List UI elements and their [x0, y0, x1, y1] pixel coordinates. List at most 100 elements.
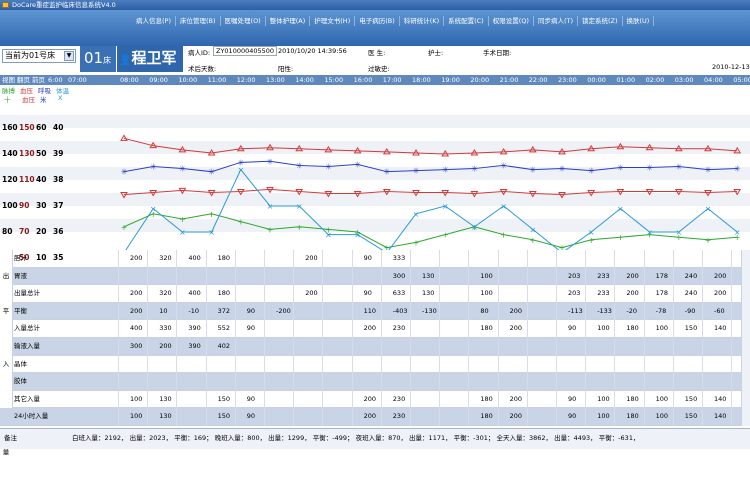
table-cell[interactable]: 200: [510, 408, 522, 425]
menu-item[interactable]: 电子病历(B): [355, 16, 400, 26]
table-cell[interactable]: 200: [305, 250, 317, 267]
menu-item[interactable]: 床位管理(B): [176, 16, 221, 26]
table-cell[interactable]: 320: [159, 285, 171, 302]
table-cell[interactable]: 80: [480, 303, 488, 320]
menu-item[interactable]: 系统配置(C): [444, 16, 489, 26]
table-cell[interactable]: 90: [364, 250, 372, 267]
table-cell[interactable]: 140: [714, 408, 726, 425]
table-cell[interactable]: 200: [510, 391, 522, 408]
table-cell[interactable]: 372: [218, 303, 230, 320]
table-cell[interactable]: 150: [685, 391, 697, 408]
table-cell[interactable]: -60: [714, 303, 725, 320]
menu-item[interactable]: 锁定系统(Z): [578, 16, 623, 26]
table-cell[interactable]: -20: [626, 303, 637, 320]
table-cell[interactable]: -90: [685, 303, 696, 320]
table-cell[interactable]: 240: [685, 268, 697, 285]
table-cell[interactable]: 100: [480, 285, 492, 302]
table-cell[interactable]: 130: [422, 285, 434, 302]
table-cell[interactable]: 150: [218, 408, 230, 425]
table-cell[interactable]: 552: [218, 320, 230, 337]
menu-item[interactable]: 科研统计(K): [400, 16, 445, 26]
table-cell[interactable]: 178: [656, 285, 668, 302]
table-cell[interactable]: 180: [218, 285, 230, 302]
table-cell[interactable]: 180: [626, 391, 638, 408]
table-cell[interactable]: 90: [247, 408, 255, 425]
table-cell[interactable]: 150: [685, 408, 697, 425]
table-cell[interactable]: 140: [714, 320, 726, 337]
table-cell[interactable]: 390: [188, 338, 200, 355]
table-cell[interactable]: -403: [393, 303, 408, 320]
table-cell[interactable]: 203: [568, 268, 580, 285]
table-cell[interactable]: 300: [130, 338, 142, 355]
table-cell[interactable]: 90: [247, 320, 255, 337]
table-cell[interactable]: 200: [305, 285, 317, 302]
table-cell[interactable]: 100: [656, 391, 668, 408]
table-cell[interactable]: 150: [218, 391, 230, 408]
table-cell[interactable]: 390: [188, 320, 200, 337]
menu-item[interactable]: 整体护理(A): [266, 16, 311, 26]
table-cell[interactable]: 180: [480, 320, 492, 337]
table-cell[interactable]: 233: [597, 268, 609, 285]
menu-item[interactable]: 护理文书(H): [310, 16, 356, 26]
table-cell[interactable]: -200: [276, 303, 291, 320]
menu-item[interactable]: 同步病人(T): [534, 16, 578, 26]
table-cell[interactable]: 180: [480, 408, 492, 425]
table-cell[interactable]: 100: [597, 391, 609, 408]
table-cell[interactable]: 200: [626, 285, 638, 302]
table-cell[interactable]: 400: [188, 285, 200, 302]
timeline-nav-button[interactable]: 前页: [32, 75, 45, 85]
table-cell[interactable]: -130: [422, 303, 437, 320]
bed-select[interactable]: 当前为01号床 ▼: [2, 49, 76, 63]
table-cell[interactable]: 320: [159, 250, 171, 267]
chevron-down-icon[interactable]: ▼: [64, 51, 74, 61]
table-cell[interactable]: 180: [218, 250, 230, 267]
table-cell[interactable]: 200: [364, 320, 376, 337]
table-cell[interactable]: 100: [597, 320, 609, 337]
timeline-nav-button[interactable]: 翻页: [17, 75, 30, 85]
table-cell[interactable]: 400: [188, 250, 200, 267]
table-cell[interactable]: 90: [364, 285, 372, 302]
table-cell[interactable]: 230: [393, 391, 405, 408]
menu-item[interactable]: 换肤(U): [623, 16, 655, 26]
table-cell[interactable]: 180: [626, 320, 638, 337]
table-cell[interactable]: 180: [626, 408, 638, 425]
table-cell[interactable]: 200: [510, 320, 522, 337]
table-cell[interactable]: 240: [685, 285, 697, 302]
table-cell[interactable]: 400: [130, 320, 142, 337]
menu-item[interactable]: 病人信息(P): [132, 16, 176, 26]
table-cell[interactable]: 200: [626, 268, 638, 285]
table-cell[interactable]: 100: [597, 408, 609, 425]
table-cell[interactable]: 200: [130, 303, 142, 320]
table-cell[interactable]: 130: [159, 408, 171, 425]
table-cell[interactable]: 90: [568, 408, 576, 425]
table-cell[interactable]: 200: [364, 391, 376, 408]
menu-item[interactable]: 权限设置(Q): [489, 16, 534, 26]
table-cell[interactable]: 130: [159, 391, 171, 408]
table-cell[interactable]: -10: [188, 303, 199, 320]
table-cell[interactable]: 200: [714, 268, 726, 285]
table-cell[interactable]: 402: [218, 338, 230, 355]
table-cell[interactable]: -113: [568, 303, 583, 320]
table-cell[interactable]: 150: [685, 320, 697, 337]
timeline-nav-button[interactable]: 视图: [2, 75, 15, 85]
table-cell[interactable]: 200: [714, 285, 726, 302]
table-cell[interactable]: 100: [480, 268, 492, 285]
table-vertical-scrollbar[interactable]: [741, 250, 750, 426]
table-cell[interactable]: 200: [510, 303, 522, 320]
table-cell[interactable]: 230: [393, 320, 405, 337]
table-cell[interactable]: 130: [422, 268, 434, 285]
table-cell[interactable]: 180: [480, 391, 492, 408]
table-cell[interactable]: 203: [568, 285, 580, 302]
table-cell[interactable]: 110: [364, 303, 376, 320]
table-cell[interactable]: 100: [130, 391, 142, 408]
table-cell[interactable]: 90: [568, 320, 576, 337]
table-cell[interactable]: 200: [130, 250, 142, 267]
table-cell[interactable]: -78: [656, 303, 667, 320]
table-cell[interactable]: -133: [597, 303, 612, 320]
menu-item[interactable]: 医嘱处理(O): [221, 16, 266, 26]
table-cell[interactable]: 233: [597, 285, 609, 302]
table-cell[interactable]: 200: [364, 408, 376, 425]
table-cell[interactable]: 200: [130, 285, 142, 302]
table-cell[interactable]: 333: [393, 250, 405, 267]
table-cell[interactable]: 633: [393, 285, 405, 302]
